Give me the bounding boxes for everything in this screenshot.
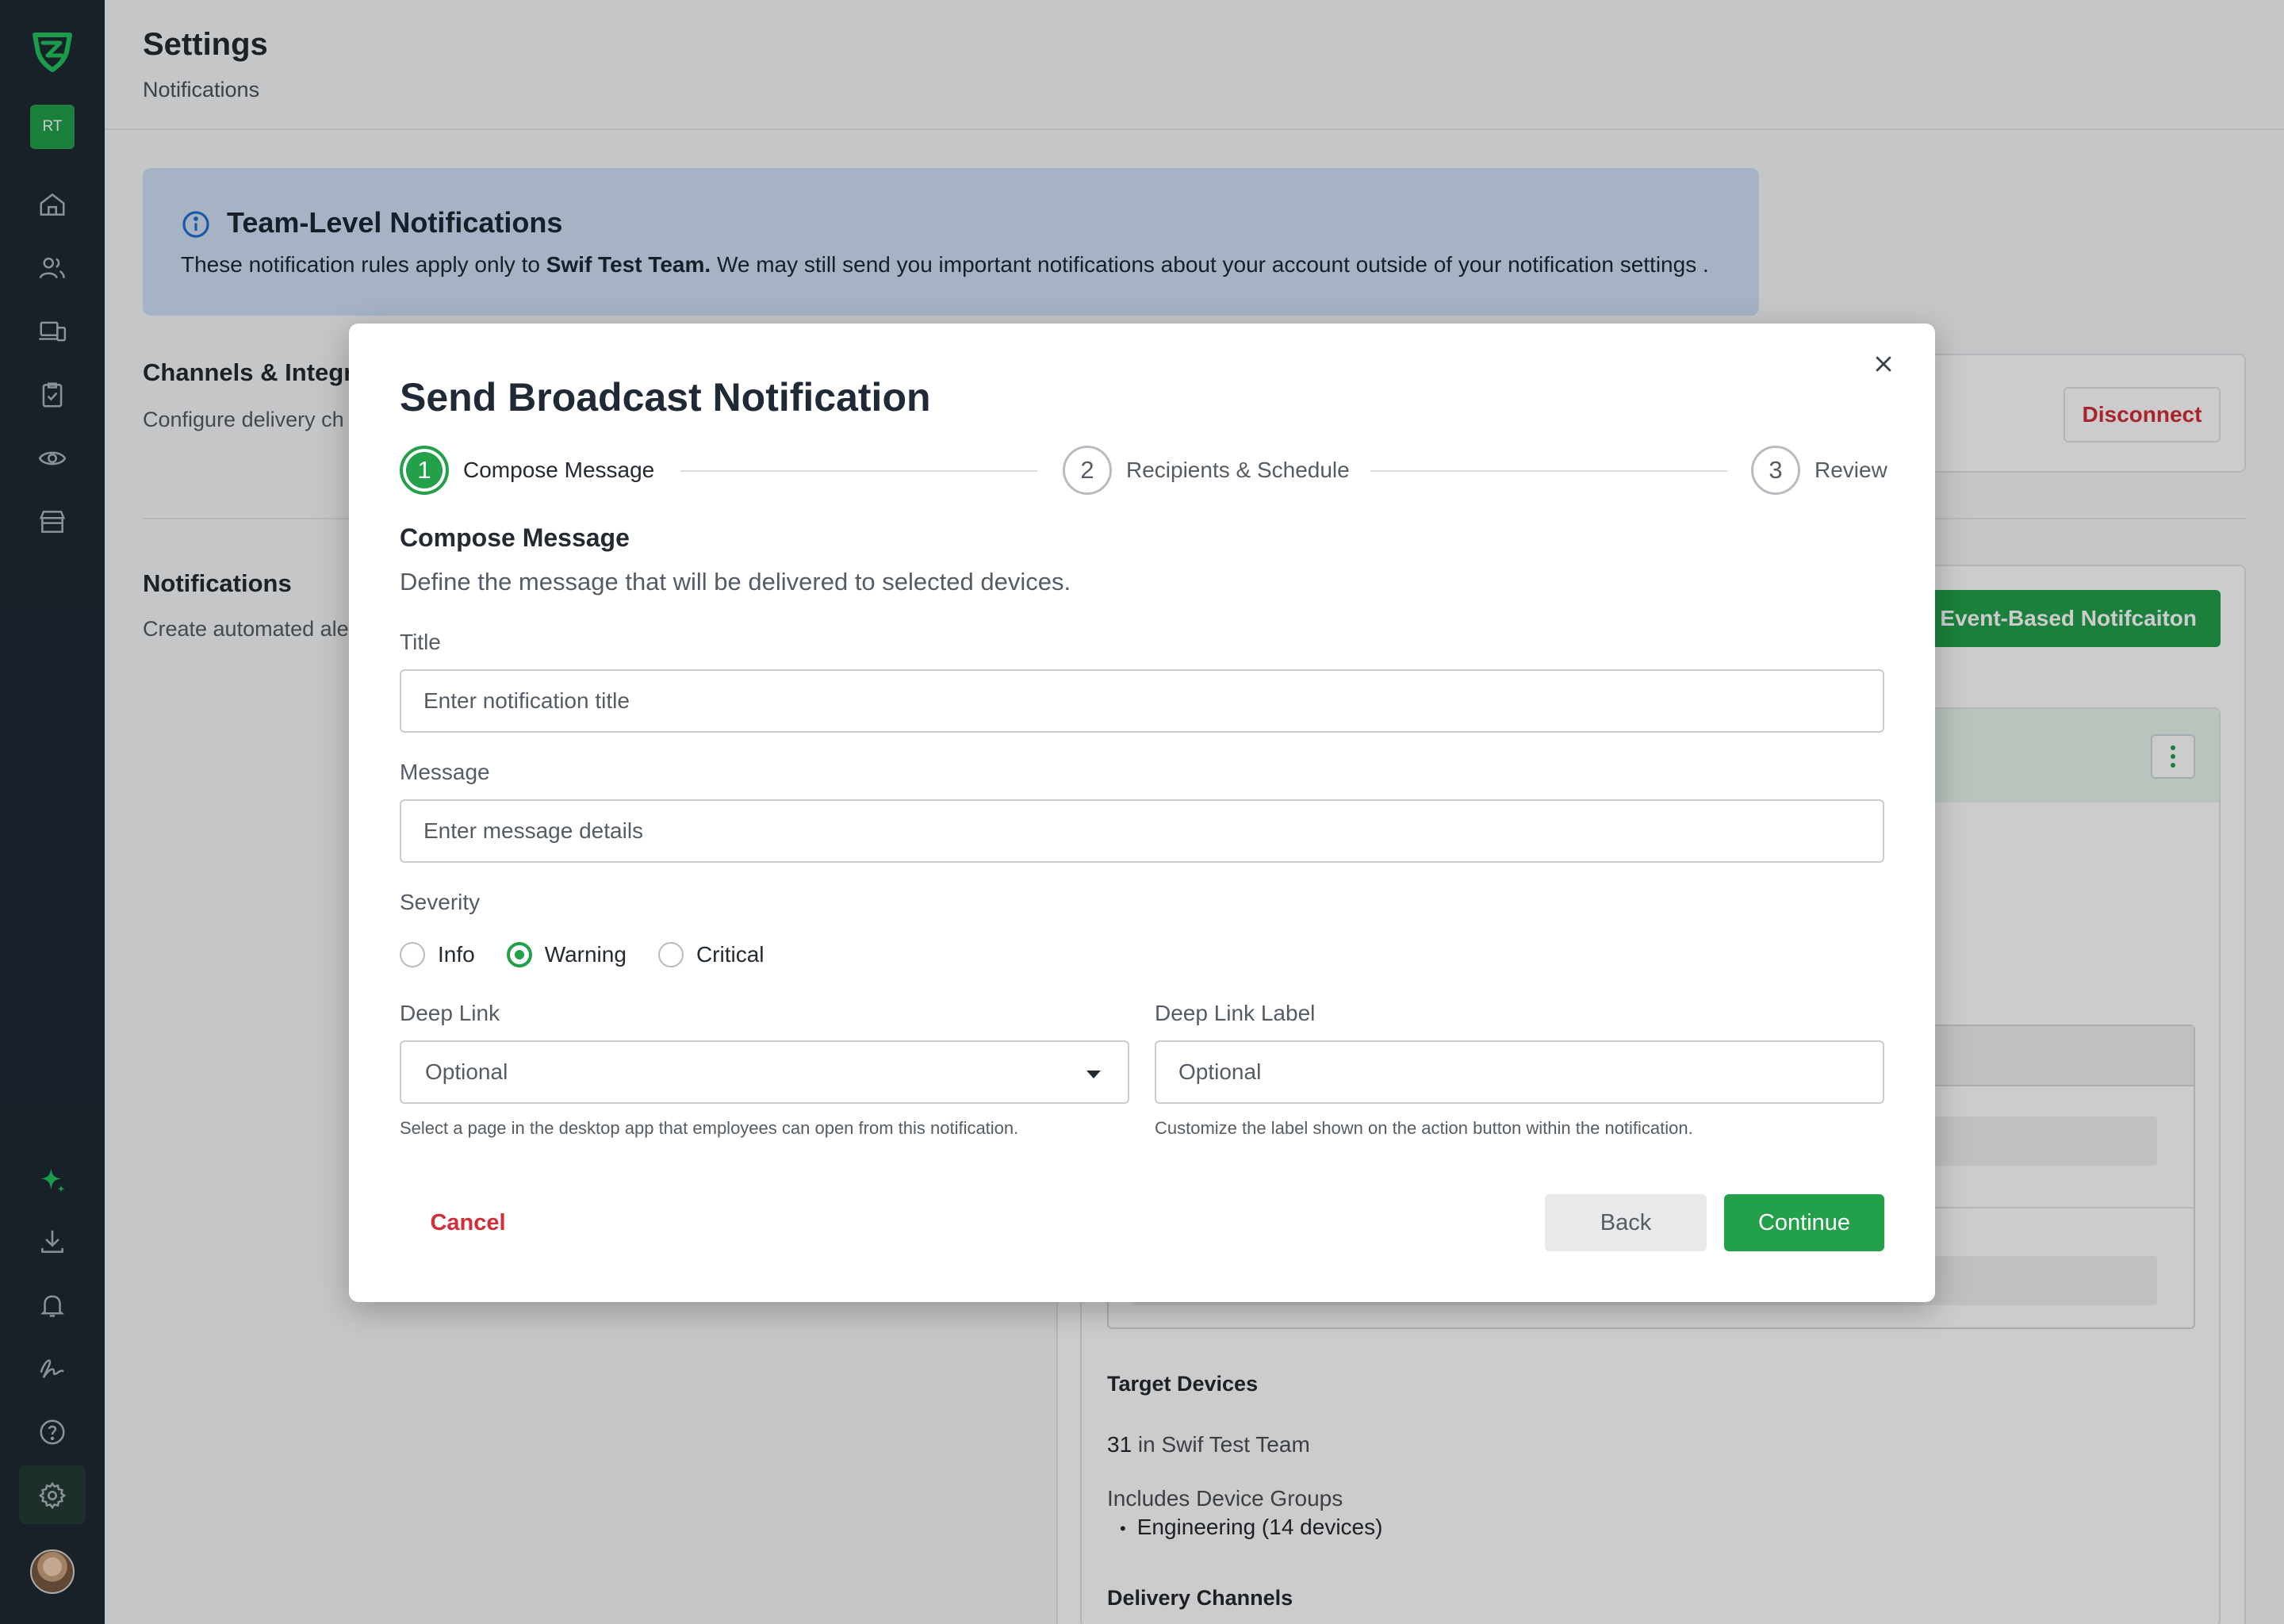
message-label: Message — [400, 760, 490, 784]
radio-selected-icon[interactable] — [506, 942, 532, 967]
step-recipients: 2 Recipients & Schedule — [1063, 444, 1350, 496]
deep-link-label-label: Deep Link Label — [1155, 1001, 1316, 1025]
section-title: Compose Message — [400, 523, 630, 552]
broadcast-modal: Send Broadcast Notification 1 Compose Me… — [349, 324, 1935, 1302]
step-compose: 1 Compose Message — [400, 444, 654, 496]
severity-option-warning[interactable]: Warning — [506, 942, 627, 967]
severity-option-critical[interactable]: Critical — [657, 942, 765, 967]
step-review: 3 Review — [1751, 444, 1887, 496]
stepper: 1 Compose Message 2 Recipients & Schedul… — [400, 444, 1887, 496]
caret-down-icon — [1086, 1071, 1101, 1078]
step-label: Compose Message — [463, 458, 655, 482]
message-input[interactable] — [400, 799, 1884, 863]
deep-link-label: Deep Link — [400, 1001, 500, 1025]
step-number: 2 — [1063, 446, 1112, 495]
step-label: Recipients & Schedule — [1126, 458, 1350, 482]
back-button[interactable]: Back — [1545, 1194, 1707, 1251]
continue-button[interactable]: Continue — [1724, 1194, 1884, 1251]
step-number: 3 — [1751, 446, 1800, 495]
severity-option-info[interactable]: Info — [400, 942, 475, 967]
cancel-button[interactable]: Cancel — [400, 1194, 536, 1251]
deep-link-select[interactable]: Optional — [400, 1040, 1129, 1104]
section-subtitle: Define the message that will be delivere… — [400, 568, 1071, 596]
severity-radio-group: Info Warning Critical — [400, 939, 796, 971]
severity-label: Severity — [400, 890, 481, 914]
radio-icon[interactable] — [400, 942, 425, 967]
title-input[interactable] — [400, 669, 1884, 733]
deep-link-label-hint: Customize the label shown on the action … — [1155, 1118, 1693, 1138]
deep-link-hint: Select a page in the desktop app that em… — [400, 1118, 1019, 1138]
title-label: Title — [400, 630, 441, 654]
close-icon[interactable] — [1864, 344, 1903, 384]
step-number: 1 — [400, 446, 449, 495]
radio-icon[interactable] — [657, 942, 684, 967]
deep-link-label-input[interactable] — [1155, 1040, 1884, 1104]
modal-title: Send Broadcast Notification — [400, 375, 931, 419]
step-label: Review — [1815, 458, 1887, 482]
